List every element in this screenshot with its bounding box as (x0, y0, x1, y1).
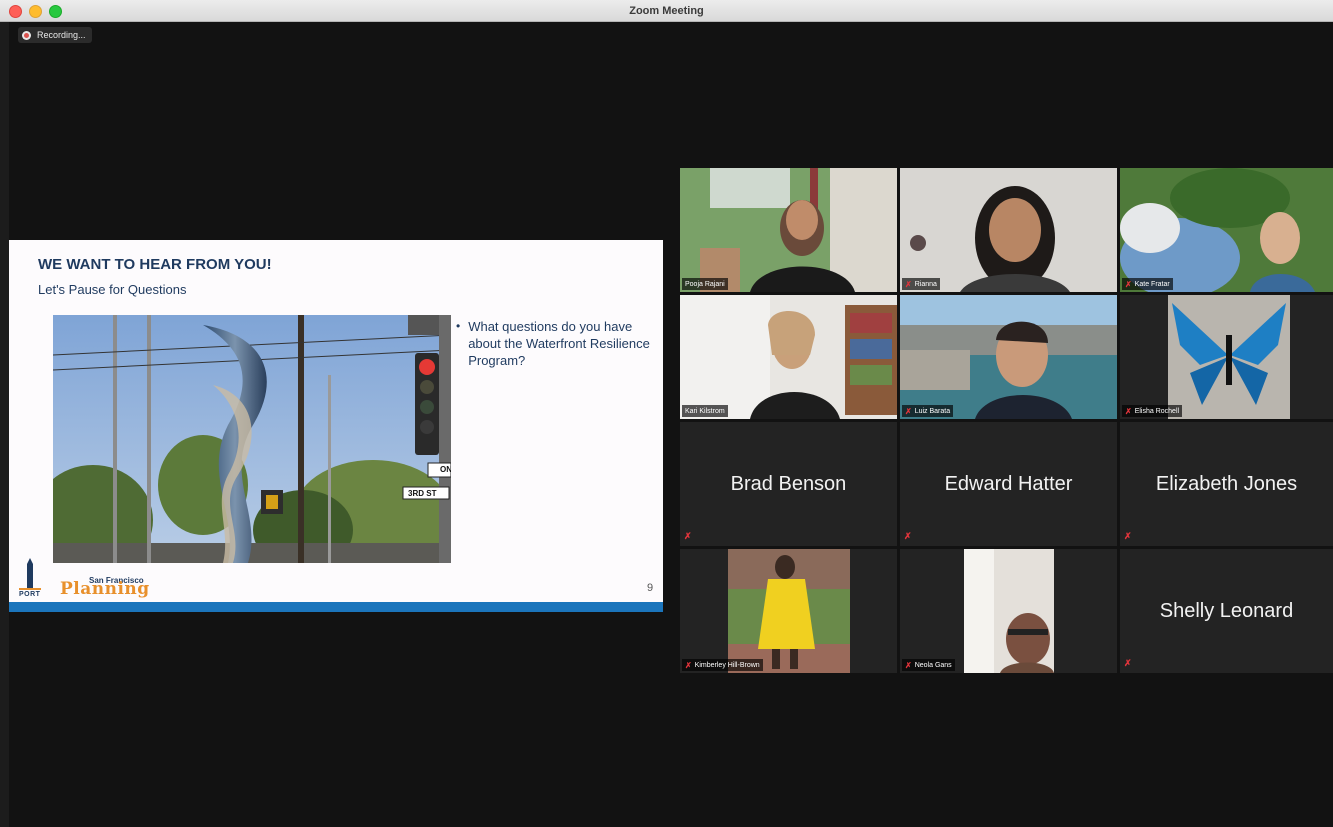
participant-tile-kari-kilstrom[interactable]: Kari Kilstrom (680, 295, 897, 419)
participant-name-large: Brad Benson (730, 472, 847, 495)
left-edge (0, 22, 9, 827)
participant-tile-shelly-leonard[interactable]: Shelly Leonard ✗ (1120, 549, 1333, 673)
mic-muted-icon: ✗ (905, 660, 912, 670)
slide-heading: WE WANT TO HEAR FROM YOU! (38, 256, 272, 273)
participant-tile-kate-fratar[interactable]: ✗ Kate Fratar (1120, 168, 1333, 292)
window-controls (9, 5, 62, 18)
port-logo-text: PORT (19, 591, 41, 598)
participant-name-tag: ✗ Luiz Barata (902, 405, 954, 417)
participant-tile-edward-hatter[interactable]: Edward Hatter ✗ (900, 422, 1117, 546)
participant-name-tag: ✗ Elisha Rochell (1122, 405, 1183, 417)
close-window-button[interactable] (9, 5, 22, 18)
participant-name: Kari Kilstrom (685, 407, 725, 415)
participant-name: Kimberley Hill-Brown (694, 661, 760, 669)
mic-muted-icon: ✗ (1125, 279, 1132, 289)
recording-indicator[interactable]: Recording... (18, 27, 92, 43)
participant-name-tag: ✗ Rianna (902, 278, 940, 290)
mic-muted-icon: ✗ (1125, 406, 1132, 416)
window-title: Zoom Meeting (629, 4, 704, 17)
participant-tile-neola-gans[interactable]: ✗ Neola Gans (900, 549, 1117, 673)
mic-muted-icon: ✗ (1124, 531, 1132, 541)
participant-name-tag: ✗ Kimberley Hill-Brown (682, 659, 763, 671)
zoom-meeting-window: Zoom Meeting Recording... WE WANT TO HEA… (0, 0, 1333, 827)
participant-name-tag: Pooja Rajani (682, 278, 728, 290)
slide-photo-sculpture: ON 3RD ST (53, 315, 451, 563)
bullet-icon: • (456, 319, 461, 333)
participant-name-tag: ✗ Kate Fratar (1122, 278, 1173, 290)
minimize-window-button[interactable] (29, 5, 42, 18)
participant-tile-kimberley-hill-brown[interactable]: ✗ Kimberley Hill-Brown (680, 549, 897, 673)
participant-name: Rianna (914, 280, 937, 288)
title-bar: Zoom Meeting (0, 0, 1333, 22)
photo-sign-3rd-st: 3RD ST (408, 489, 437, 498)
record-icon (22, 30, 31, 40)
mic-muted-icon: ✗ (904, 531, 912, 541)
recording-label: Recording... (37, 30, 86, 40)
slide-subheading: Let's Pause for Questions (38, 282, 187, 297)
participant-tile-luiz-barata[interactable]: ✗ Luiz Barata (900, 295, 1117, 419)
participant-name-large: Edward Hatter (944, 472, 1073, 495)
participant-tile-rianna[interactable]: ✗ Rianna (900, 168, 1117, 292)
slide-footer-bar (9, 602, 663, 612)
shared-screen-slide: WE WANT TO HEAR FROM YOU! Let's Pause fo… (9, 240, 663, 612)
participant-name: Elisha Rochell (1134, 407, 1180, 415)
maximize-window-button[interactable] (49, 5, 62, 18)
participant-name-large: Shelly Leonard (1159, 599, 1294, 622)
participant-name-tag: ✗ Neola Gans (902, 659, 955, 671)
mic-muted-icon: ✗ (905, 406, 912, 416)
photo-sign-on: ON (440, 465, 451, 474)
bullet-text: What questions do you have about the Wat… (468, 319, 650, 368)
participant-tile-elizabeth-jones[interactable]: Elizabeth Jones ✗ (1120, 422, 1333, 546)
mic-muted-icon: ✗ (685, 660, 692, 670)
participant-tile-pooja-rajani[interactable]: Pooja Rajani (680, 168, 897, 292)
participant-name: Pooja Rajani (685, 280, 725, 288)
participant-tile-elisha-rochell[interactable]: ✗ Elisha Rochell (1120, 295, 1333, 419)
participant-name: Luiz Barata (914, 407, 951, 415)
participant-name: Neola Gans (914, 661, 952, 669)
participant-name-tag: Kari Kilstrom (682, 405, 728, 417)
participant-name-large: Elizabeth Jones (1155, 472, 1298, 495)
participant-tile-brad-benson[interactable]: Brad Benson ✗ (680, 422, 897, 546)
mic-muted-icon: ✗ (684, 531, 692, 541)
mic-muted-icon: ✗ (905, 279, 912, 289)
slide-bullet: • What questions do you have about the W… (456, 318, 661, 369)
slide-page-number: 9 (647, 582, 654, 594)
mic-muted-icon: ✗ (1124, 658, 1132, 668)
planning-logo-text: Planning (60, 579, 150, 599)
participant-name: Kate Fratar (1134, 280, 1170, 288)
